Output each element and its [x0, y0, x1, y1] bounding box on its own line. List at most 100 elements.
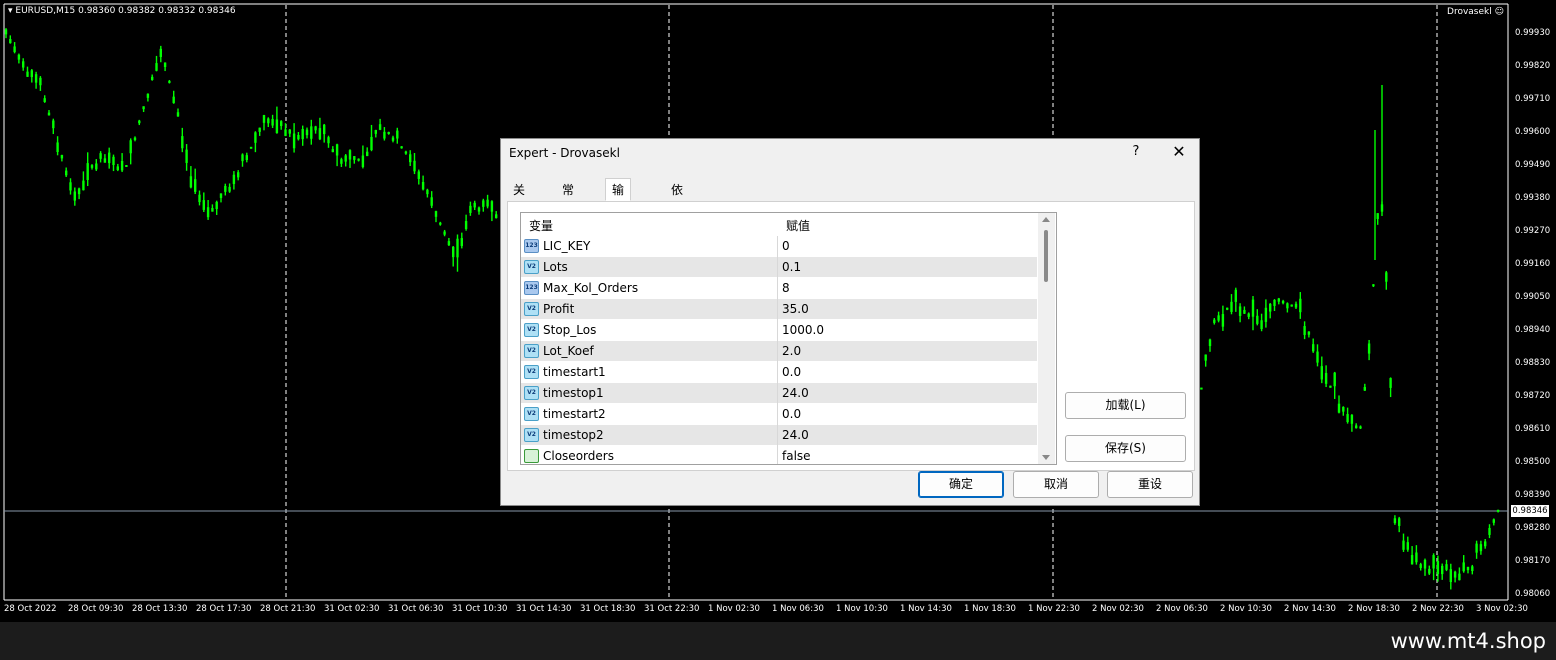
scroll-up-icon[interactable] [1042, 217, 1050, 222]
param-value[interactable]: 35.0 [782, 302, 809, 316]
param-value[interactable]: 0 [782, 239, 790, 253]
candle-body [47, 112, 51, 116]
time-tick-label: 3 Nov 02:30 [1476, 604, 1528, 614]
time-tick-label: 1 Nov 10:30 [836, 604, 888, 614]
table-row[interactable]: V2 Lots 0.1 [521, 257, 1037, 278]
candle-body [1269, 303, 1272, 312]
candle-body [1307, 331, 1311, 335]
candle-body [69, 182, 72, 191]
help-icon[interactable]: ? [1129, 144, 1143, 159]
candle-body [421, 181, 425, 190]
symbol-info: ▾ EURUSD,M15 0.98360 0.98382 0.98332 0.9… [8, 6, 236, 16]
column-variable[interactable]: 变量 [529, 217, 553, 234]
candle-body [1410, 555, 1414, 565]
candle-body [1294, 303, 1298, 308]
time-tick-label: 2 Nov 02:30 [1092, 604, 1144, 614]
vertical-scrollbar[interactable] [1038, 213, 1055, 464]
price-tick-label: 0.99930 [1515, 28, 1551, 38]
candle-body [1200, 387, 1203, 390]
param-name: timestart1 [543, 365, 606, 379]
candle-body [327, 137, 330, 144]
tab-about[interactable]: 关于 [507, 179, 532, 219]
candle-body [168, 80, 171, 83]
param-value[interactable]: false [782, 449, 811, 463]
tab-common[interactable]: 常用 [556, 179, 581, 219]
candle-body [344, 155, 347, 162]
table-row[interactable]: V2 timestop1 24.0 [521, 383, 1037, 404]
smiley-icon: ☺ [1494, 7, 1504, 17]
dropdown-triangle-icon[interactable]: ▾ [8, 6, 13, 16]
column-value[interactable]: 赋值 [786, 217, 810, 234]
ok-button[interactable]: 确定 [918, 471, 1004, 498]
double-icon: V2 [524, 260, 539, 274]
candle-body [456, 238, 459, 258]
param-value[interactable]: 8 [782, 281, 790, 295]
expert-label[interactable]: Drovasekl ☺ [1447, 7, 1504, 17]
load-button[interactable]: 加载(L) [1065, 392, 1186, 419]
candle-body [490, 201, 494, 212]
candle-body [452, 246, 455, 258]
param-value[interactable]: 24.0 [782, 428, 809, 442]
candle-body [1441, 565, 1444, 575]
tab-inputs[interactable]: 输入参数 [605, 178, 632, 263]
candle-body [486, 199, 489, 207]
tab-dependencies[interactable]: 依存关系 [665, 179, 690, 263]
param-value[interactable]: 2.0 [782, 344, 801, 358]
candle-body [17, 54, 21, 60]
candle-body [202, 200, 205, 210]
candle-body [335, 144, 339, 156]
candle-body [1453, 571, 1457, 578]
candle-body [374, 130, 377, 134]
param-value[interactable]: 24.0 [782, 386, 809, 400]
candle-body [1402, 540, 1405, 550]
candle-body [22, 61, 25, 68]
table-row[interactable]: Closeorders false [521, 446, 1037, 464]
table-row[interactable]: 123 LIC_KEY 0 [521, 236, 1037, 257]
candle-body [9, 39, 12, 44]
table-row[interactable]: V2 Stop_Los 1000.0 [521, 320, 1037, 341]
table-row[interactable]: 123 Max_Kol_Orders 8 [521, 278, 1037, 299]
candle-body [159, 48, 162, 57]
table-row[interactable]: V2 Profit 35.0 [521, 299, 1037, 320]
close-icon[interactable]: ✕ [1171, 142, 1187, 161]
time-tick-label: 2 Nov 22:30 [1412, 604, 1464, 614]
table-row[interactable]: V2 Lot_Koef 2.0 [521, 341, 1037, 362]
param-value[interactable]: 0.0 [782, 365, 801, 379]
candle-body [447, 241, 451, 246]
table-row[interactable]: V2 timestop2 24.0 [521, 425, 1037, 446]
watermark: www.mt4.shop [1390, 629, 1546, 653]
candle-body [172, 96, 175, 104]
candle-body [301, 128, 304, 140]
reset-button[interactable]: 重设 [1107, 471, 1193, 498]
param-value[interactable]: 1000.0 [782, 323, 824, 337]
param-value[interactable]: 0.0 [782, 407, 801, 421]
candle-body [1367, 343, 1371, 354]
table-row[interactable]: V2 timestart1 0.0 [521, 362, 1037, 383]
candle-body [404, 151, 408, 154]
double-icon: V2 [524, 302, 539, 316]
scroll-thumb[interactable] [1044, 230, 1048, 282]
candle-body [340, 159, 343, 164]
candle-body [206, 207, 210, 218]
time-tick-label: 28 Oct 21:30 [260, 604, 316, 614]
candle-body [1234, 289, 1237, 302]
candle-body [1251, 299, 1255, 317]
param-value[interactable]: 0.1 [782, 260, 801, 274]
candle-body [1290, 304, 1293, 307]
cancel-button[interactable]: 取消 [1013, 471, 1099, 498]
candle-body [482, 200, 485, 207]
scroll-down-icon[interactable] [1042, 455, 1050, 460]
candle-body [1415, 552, 1418, 563]
candle-body [146, 93, 150, 98]
params-table: 变量 赋值 123 LIC_KEY 0 V2 Lots 0.1 123 Max_Kol_Ord… [520, 212, 1057, 465]
price-tick-label: 0.98170 [1515, 556, 1551, 566]
candle-body [1204, 354, 1207, 361]
candle-body [1496, 509, 1500, 512]
save-button[interactable]: 保存(S) [1065, 435, 1186, 462]
candle-body [357, 158, 360, 161]
candle-body [56, 142, 59, 152]
table-row[interactable]: V2 timestart2 0.0 [521, 404, 1037, 425]
candle-body [1299, 298, 1302, 313]
column-divider [777, 299, 778, 320]
time-tick-label: 1 Nov 02:30 [708, 604, 760, 614]
